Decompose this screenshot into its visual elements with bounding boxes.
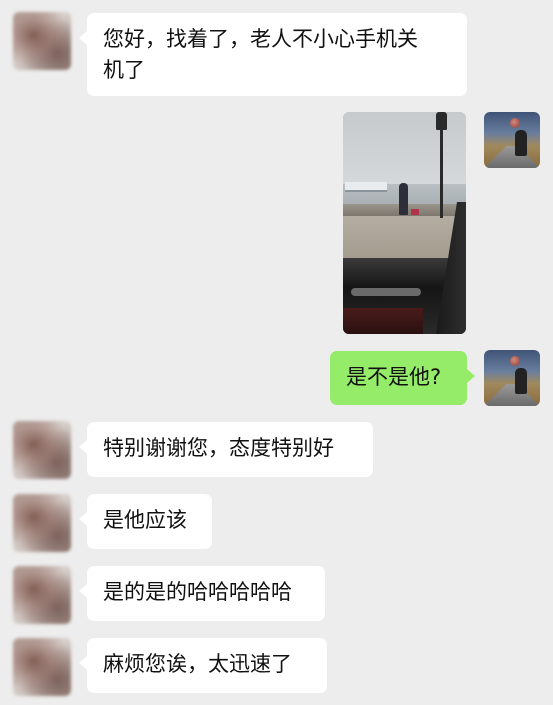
message-bubble-received[interactable]: 您好，找着了，老人不小心手机关 机了 <box>79 13 467 96</box>
message-text-line: 您好，找着了，老人不小心手机关 <box>103 27 418 51</box>
message-bubble-received[interactable]: 是他应该 <box>79 494 212 549</box>
contact-avatar[interactable] <box>13 12 71 70</box>
person-icon <box>515 368 527 394</box>
message-text: 是的是的哈哈哈哈哈 <box>103 580 292 604</box>
message-bubble-received[interactable]: 麻烦您诶，太迅速了 <box>79 638 327 693</box>
message-text: 麻烦您诶，太迅速了 <box>103 652 292 676</box>
moon-icon <box>510 118 520 128</box>
road-icon <box>484 146 540 168</box>
message-text: 特别谢谢您，态度特别好 <box>103 436 334 460</box>
contact-avatar[interactable] <box>13 566 71 624</box>
contact-avatar[interactable] <box>13 494 71 552</box>
message-bubble-received[interactable]: 是的是的哈哈哈哈哈 <box>79 566 325 621</box>
photo-person <box>399 183 408 215</box>
contact-avatar[interactable] <box>13 638 71 696</box>
photo-car-seat <box>343 308 423 334</box>
photo-car-handle <box>351 288 421 296</box>
message-text-line: 机了 <box>103 58 145 82</box>
photo-lamp-pole <box>440 122 443 218</box>
photo-boat <box>345 182 387 192</box>
person-icon <box>515 130 527 156</box>
message-bubble-sent[interactable]: 是不是他? <box>330 351 475 405</box>
moon-icon <box>510 356 520 366</box>
self-avatar[interactable] <box>484 112 540 168</box>
contact-avatar[interactable] <box>13 421 71 479</box>
photo-lamp <box>436 112 447 130</box>
message-text: 是不是他? <box>346 365 442 389</box>
photo-bag <box>411 209 419 215</box>
message-bubble-received[interactable]: 特别谢谢您，态度特别好 <box>79 422 373 477</box>
message-image[interactable] <box>343 112 466 334</box>
message-text: 是他应该 <box>103 508 187 532</box>
road-icon <box>484 384 540 406</box>
self-avatar[interactable] <box>484 350 540 406</box>
